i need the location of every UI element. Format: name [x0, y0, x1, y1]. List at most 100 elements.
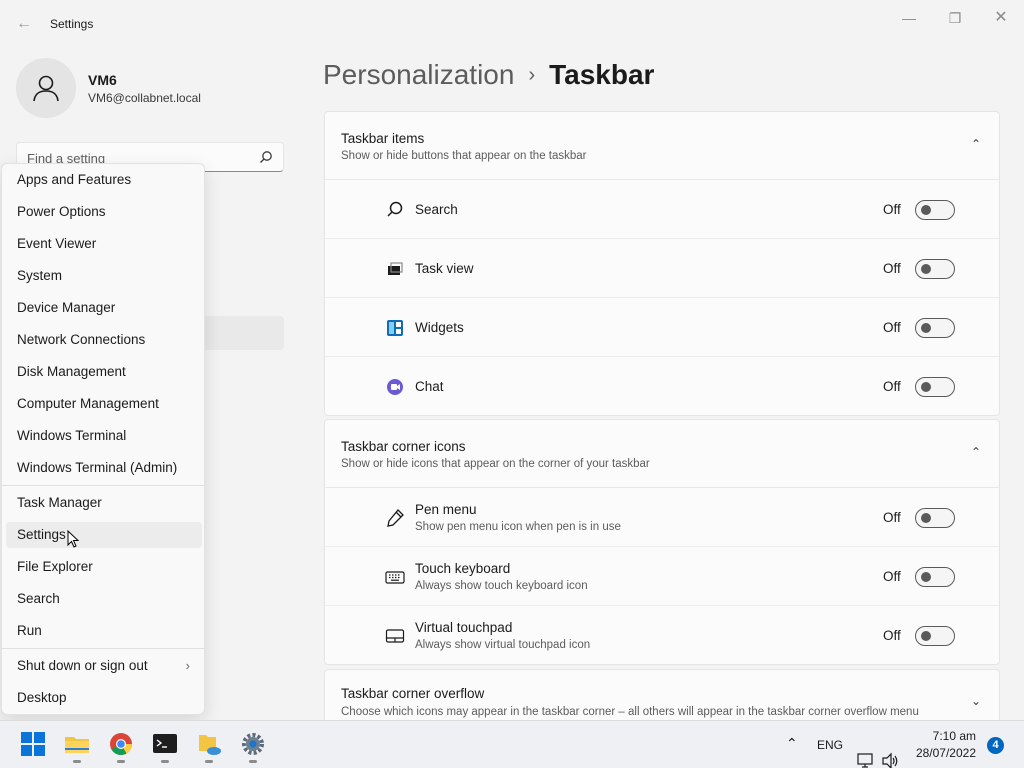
taskbar: ⌃ ENG 7:10 am 28/07/2022 4: [0, 720, 1024, 768]
user-name: VM6: [88, 72, 117, 88]
setting-description: Show pen menu icon when pen is in use: [415, 521, 621, 533]
touch-keyboard-toggle[interactable]: [915, 567, 955, 587]
chat-toggle[interactable]: [915, 377, 955, 397]
menu-item-event-viewer[interactable]: Event Viewer: [6, 231, 202, 257]
setting-row-pen-menu: Pen menu Show pen menu icon when pen is …: [325, 488, 999, 547]
virtual-touchpad-toggle[interactable]: [915, 626, 955, 646]
card-title: Taskbar corner icons: [341, 439, 466, 454]
clock-time[interactable]: 7:10 am: [930, 729, 976, 743]
setting-label: Chat: [415, 379, 444, 394]
card-subtitle: Show or hide buttons that appear on the …: [341, 150, 587, 162]
chevron-up-icon[interactable]: ⌃: [786, 735, 798, 768]
chevron-right-icon: ›: [185, 658, 190, 673]
toggle-state: Off: [883, 628, 901, 643]
menu-item-shut-down-or-sign-out[interactable]: Shut down or sign out: [6, 653, 202, 679]
settings-taskbar-button[interactable]: [240, 731, 266, 763]
toggle-state: Off: [883, 379, 901, 394]
toggle-state: Off: [883, 510, 901, 525]
chevron-up-icon[interactable]: ⌃: [971, 137, 981, 151]
menu-item-windows-terminal[interactable]: Windows Terminal: [6, 423, 202, 449]
widgets-toggle[interactable]: [915, 318, 955, 338]
page-title: Taskbar: [549, 59, 655, 90]
toggle-state: Off: [883, 569, 901, 584]
menu-divider: [2, 485, 204, 486]
setting-row-search: Search Off: [325, 180, 999, 239]
card-subtitle: Choose which icons may appear in the tas…: [341, 706, 919, 718]
user-email: VM6@collabnet.local: [88, 91, 201, 105]
context-menu: Apps and Features Power Options Event Vi…: [1, 163, 205, 715]
folder-cloud-icon: [199, 735, 221, 755]
setting-row-chat: Chat Off: [325, 357, 999, 416]
file-explorer-taskbar-button[interactable]: [64, 731, 90, 763]
menu-item-apps-and-features[interactable]: Apps and Features: [6, 167, 202, 193]
pen-icon: [387, 509, 404, 527]
setting-label: Pen menu: [415, 502, 477, 517]
menu-item-computer-management[interactable]: Computer Management: [6, 391, 202, 417]
folder-icon: [65, 737, 89, 753]
setting-label: Search: [415, 202, 458, 217]
terminal-taskbar-button[interactable]: [152, 731, 178, 763]
touchpad-icon: [385, 629, 405, 643]
menu-item-file-explorer[interactable]: File Explorer: [6, 554, 202, 580]
setting-label: Virtual touchpad: [415, 620, 513, 635]
chrome-taskbar-button[interactable]: [108, 731, 134, 763]
menu-item-desktop[interactable]: Desktop: [6, 685, 202, 711]
breadcrumb-parent[interactable]: Personalization: [323, 59, 514, 90]
avatar[interactable]: [16, 58, 76, 118]
menu-item-system[interactable]: System: [6, 263, 202, 289]
menu-item-windows-terminal-admin[interactable]: Windows Terminal (Admin): [6, 455, 202, 481]
search-toggle[interactable]: [915, 200, 955, 220]
menu-item-disk-management[interactable]: Disk Management: [6, 359, 202, 385]
menu-item-search[interactable]: Search: [6, 586, 202, 612]
menu-item-network-connections[interactable]: Network Connections: [6, 327, 202, 353]
menu-item-task-manager[interactable]: Task Manager: [6, 490, 202, 516]
title-bar: ← Settings — ❐ ✕: [0, 0, 1024, 48]
chat-icon: [387, 379, 403, 395]
corner-icons-header[interactable]: Taskbar corner icons Show or hide icons …: [325, 420, 999, 488]
taskbar-corner-overflow-card[interactable]: Taskbar corner overflow Choose which ico…: [324, 669, 1000, 720]
terminal-icon: [153, 734, 177, 753]
back-arrow-icon[interactable]: ←: [14, 14, 34, 34]
toggle-state: Off: [883, 202, 901, 217]
file-share-taskbar-button[interactable]: [196, 731, 222, 763]
chevron-down-icon[interactable]: ⌄: [971, 694, 981, 708]
notification-badge[interactable]: 4: [987, 737, 1004, 754]
clock-date[interactable]: 28/07/2022: [914, 746, 976, 760]
minimize-button[interactable]: —: [894, 8, 924, 28]
menu-item-settings[interactable]: Settings: [6, 522, 202, 548]
toggle-state: Off: [883, 261, 901, 276]
running-indicator: [117, 760, 125, 763]
setting-row-widgets: Widgets Off: [325, 298, 999, 357]
keyboard-icon: [385, 571, 405, 584]
breadcrumb: Personalization › Taskbar: [323, 58, 654, 92]
user-icon: [33, 75, 59, 102]
menu-item-power-options[interactable]: Power Options: [6, 199, 202, 225]
setting-label: Widgets: [415, 320, 464, 335]
task-view-toggle[interactable]: [915, 259, 955, 279]
setting-description: Always show touch keyboard icon: [415, 580, 588, 592]
setting-label: Touch keyboard: [415, 561, 511, 576]
volume-icon[interactable]: [882, 737, 900, 768]
app-title: Settings: [50, 17, 94, 31]
search-icon: [387, 201, 403, 217]
chrome-icon: [110, 733, 132, 755]
menu-divider: [2, 648, 204, 649]
maximize-button[interactable]: ❐: [940, 8, 970, 28]
start-button-windows-icon[interactable]: [20, 731, 46, 757]
close-button[interactable]: ✕: [986, 8, 1016, 28]
language-indicator[interactable]: ENG: [817, 738, 843, 768]
setting-label: Task view: [415, 261, 474, 276]
network-icon[interactable]: [857, 737, 875, 768]
chevron-up-icon[interactable]: ⌃: [971, 445, 981, 459]
running-indicator: [249, 760, 257, 763]
menu-item-device-manager[interactable]: Device Manager: [6, 295, 202, 321]
mouse-pointer-icon: [67, 530, 79, 548]
chevron-right-icon: ›: [528, 64, 536, 86]
card-title: Taskbar items: [341, 131, 425, 146]
pen-menu-toggle[interactable]: [915, 508, 955, 528]
running-indicator: [161, 760, 169, 763]
menu-item-run[interactable]: Run: [6, 618, 202, 644]
taskbar-items-header[interactable]: Taskbar items Show or hide buttons that …: [325, 112, 999, 180]
setting-description: Always show virtual touchpad icon: [415, 639, 591, 651]
card-subtitle: Show or hide icons that appear on the co…: [341, 458, 650, 470]
